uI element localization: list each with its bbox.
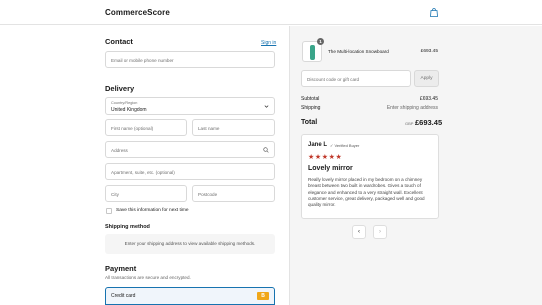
subtotal-label: Subtotal [301,96,320,102]
search-icon [263,147,269,153]
shipping-value: Enter shipping address [386,105,438,111]
payment-heading: Payment [105,264,137,273]
reviewer-name: Jane L [308,142,328,148]
country-label: Country/Region [111,101,138,105]
previous-review-button[interactable]: ‹ [352,225,366,239]
shipping-method-notice: Enter your shipping address to view avai… [105,234,275,254]
total-value: £693.45 [415,118,443,127]
email-field[interactable]: Email or mobile phone number [105,51,275,68]
credit-card-label: Credit card [111,293,136,299]
first-name-placeholder: First name (optional) [111,126,154,131]
currency-code: GBP [405,121,414,126]
subtotal-value: £693.45 [419,96,438,102]
payment-note: All transactions are secure and encrypte… [105,275,191,280]
apartment-placeholder: Apartment, suite, etc. (optional) [111,170,175,175]
shopping-bag-icon[interactable] [430,8,438,17]
shipping-method-message: Enter your shipping address to view avai… [124,241,256,246]
product-name: The Multi-location Snowboard [328,49,389,54]
address-field[interactable]: Address [105,141,275,158]
quantity-badge: 1 [317,38,324,45]
brand-logo[interactable]: CommerceScore [105,8,170,17]
shipping-label: Shipping [301,105,321,111]
review-title: Lovely mirror [308,165,353,172]
review-body: Really lovely mirror placed in my bedroo… [308,177,425,208]
country-value: United Kingdom [111,107,147,113]
total-label: Total [301,119,318,126]
discount-placeholder: Discount code or gift card [307,77,360,82]
save-info-checkbox[interactable] [106,208,112,214]
snowboard-image [310,45,315,60]
first-name-field[interactable]: First name (optional) [105,119,187,136]
contact-heading: Contact [105,37,133,46]
email-placeholder: Email or mobile phone number [111,58,174,63]
postcode-placeholder: Postcode [198,192,218,197]
sign-in-link[interactable]: Sign in [261,40,276,46]
city-placeholder: City [111,192,119,197]
verified-buyer-badge: ✓ Verified Buyer [330,143,360,148]
apply-button[interactable]: Apply [414,70,439,87]
address-placeholder: Address [111,148,128,153]
last-name-placeholder: Last name [198,126,220,131]
next-review-button[interactable]: › [373,225,387,239]
last-name-field[interactable]: Last name [192,119,275,136]
delivery-heading: Delivery [105,84,135,93]
apartment-field[interactable]: Apartment, suite, etc. (optional) [105,163,275,180]
chevron-down-icon [264,105,269,108]
product-price: £693.45 [420,49,438,54]
checkout-header: CommerceScore [0,0,542,25]
card-brand-icon: B [257,292,269,300]
star-rating: ★★★★★ [308,154,343,161]
discount-code-field[interactable]: Discount code or gift card [301,70,411,87]
review-card: Jane L ✓ Verified Buyer ★★★★★ Lovely mir… [301,134,439,219]
credit-card-option[interactable]: Credit card B [105,287,275,305]
city-field[interactable]: City [105,185,187,202]
save-info-label[interactable]: Save this information for next time [116,208,189,213]
shipping-method-heading: Shipping method [105,224,150,230]
postcode-field[interactable]: Postcode [192,185,275,202]
country-select[interactable]: Country/Region United Kingdom [105,97,275,115]
